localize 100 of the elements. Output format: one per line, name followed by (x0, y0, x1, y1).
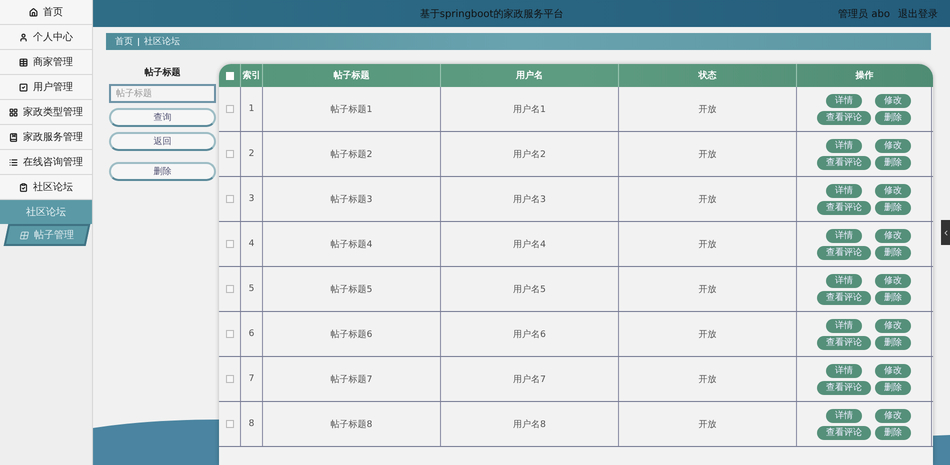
logout-link[interactable]: 退出登录 (898, 6, 938, 20)
row-checkbox[interactable] (226, 195, 234, 203)
book-icon (9, 132, 18, 142)
back-button[interactable]: 返回 (109, 132, 216, 151)
detail-button[interactable]: 详情 (826, 318, 862, 332)
sidebar-item[interactable]: 家政类型管理 (0, 100, 92, 125)
search-field[interactable]: 帖子标题 (109, 84, 216, 103)
sidebar-item-label: 首页 (43, 6, 63, 19)
comments-button[interactable]: 查看评论 (817, 336, 871, 350)
table-cell: 开放 (619, 357, 797, 401)
sidebar-item[interactable]: 首页 (0, 0, 92, 25)
edit-button[interactable]: 修改 (875, 274, 911, 288)
table-cell: 帖子标题8 (263, 402, 441, 446)
table-cell: 帖子标题4 (263, 222, 441, 266)
delete-button[interactable]: 删除 (875, 380, 911, 394)
table-cell: 开放 (619, 312, 797, 356)
comments-button[interactable]: 查看评论 (817, 200, 871, 214)
clipboard-icon (19, 182, 28, 192)
edit-button[interactable]: 修改 (875, 364, 911, 378)
delete-button[interactable]: 删除 (875, 200, 911, 214)
sidebar-item-label: 家政服务管理 (23, 130, 83, 144)
site-title: 基于springboot的家政服务平台 (418, 8, 564, 20)
table-cell: 开放 (619, 177, 797, 221)
query-button[interactable]: 查询 (109, 108, 216, 127)
sidebar-item-label: 商家管理 (33, 56, 73, 69)
edit-button[interactable]: 修改 (875, 184, 911, 198)
detail-button[interactable]: 详情 (826, 228, 862, 242)
collapse-button[interactable] (941, 220, 950, 245)
detail-button[interactable]: 详情 (826, 138, 862, 152)
sidebar-item-label: 个人中心 (33, 30, 73, 44)
row-checkbox[interactable] (226, 240, 234, 248)
sidebar-item[interactable]: 用户管理 (0, 75, 92, 100)
sidebar-item[interactable]: 在线咨询管理 (0, 150, 92, 175)
edit-button[interactable]: 修改 (875, 408, 911, 422)
table-cell: 用户名1 (441, 87, 619, 131)
table-cell: 6 (241, 312, 263, 356)
row-checkbox[interactable] (226, 375, 234, 383)
table-cell: 帖子标题7 (263, 357, 441, 401)
row-checkbox[interactable] (226, 420, 234, 428)
table-cell: 帖子标题3 (263, 177, 441, 221)
detail-button[interactable]: 详情 (826, 94, 862, 108)
column-header: 操作 (854, 70, 874, 83)
table-cell: 帖子标题2 (263, 132, 441, 176)
table-cell: 7 (241, 357, 263, 401)
table-cell: 1 (241, 87, 263, 131)
table-cell: 3 (241, 177, 263, 221)
edit-button[interactable]: 修改 (875, 94, 911, 108)
comments-button[interactable]: 查看评论 (817, 380, 871, 394)
comments-button[interactable]: 查看评论 (817, 156, 871, 170)
table-cell: 2 (241, 132, 263, 176)
select-all-checkbox[interactable] (226, 72, 234, 80)
delete-button[interactable]: 删除 (875, 156, 911, 170)
delete-button[interactable]: 删除 (875, 336, 911, 350)
delete-button[interactable]: 删除 (875, 290, 911, 304)
user-name: 管理员 abo (838, 8, 890, 20)
detail-button[interactable]: 详情 (826, 184, 862, 198)
breadcrumb-link[interactable]: 社区论坛 (144, 35, 180, 48)
sidebar-item-label: 在线咨询管理 (23, 156, 83, 169)
table-cell: 用户名5 (441, 267, 619, 311)
comments-button[interactable]: 查看评论 (817, 426, 871, 440)
delete-button[interactable]: 删除 (875, 110, 911, 124)
row-checkbox[interactable] (226, 150, 234, 158)
delete-button[interactable]: 删除 (109, 162, 216, 181)
row-checkbox[interactable] (226, 330, 234, 338)
table-cell: 8 (241, 402, 263, 446)
checkbox-icon (19, 82, 28, 92)
table-cell: 开放 (619, 222, 797, 266)
table-cell: 4 (241, 222, 263, 266)
breadcrumb-link[interactable]: 首页 (115, 35, 133, 48)
breadcrumb-separator (138, 38, 139, 46)
sidebar-item[interactable]: 社区论坛 (0, 175, 92, 200)
table-cell: 帖子标题5 (263, 267, 441, 311)
submenu-item[interactable]: 帖子管理 (4, 224, 90, 246)
grid-icon (9, 108, 18, 116)
delete-button[interactable]: 删除 (875, 426, 911, 440)
row-checkbox[interactable] (226, 105, 234, 113)
edit-button[interactable]: 修改 (875, 138, 911, 152)
row-checkbox[interactable] (226, 285, 234, 293)
comments-button[interactable]: 查看评论 (817, 110, 871, 124)
user-icon (19, 32, 28, 42)
comments-button[interactable]: 查看评论 (817, 290, 871, 304)
grid-icon (19, 230, 30, 240)
edit-button[interactable]: 修改 (875, 318, 911, 332)
submenu-title[interactable]: 社区论坛 (0, 200, 92, 224)
detail-button[interactable]: 详情 (826, 408, 862, 422)
list-icon (9, 158, 18, 166)
delete-button[interactable]: 删除 (875, 246, 911, 260)
detail-button[interactable]: 详情 (826, 274, 862, 288)
sidebar-item[interactable]: 家政服务管理 (0, 125, 92, 150)
table-cell: 开放 (619, 132, 797, 176)
column-header: 索引 (241, 64, 263, 87)
column-header: 用户名 (441, 64, 619, 87)
sidebar-item[interactable]: 商家管理 (0, 50, 92, 75)
detail-button[interactable]: 详情 (826, 364, 862, 378)
table-cell: 用户名7 (441, 357, 619, 401)
home-icon (29, 8, 38, 16)
sidebar-item[interactable]: 个人中心 (0, 25, 92, 50)
comments-button[interactable]: 查看评论 (817, 246, 871, 260)
table-cell: 用户名4 (441, 222, 619, 266)
edit-button[interactable]: 修改 (875, 228, 911, 242)
